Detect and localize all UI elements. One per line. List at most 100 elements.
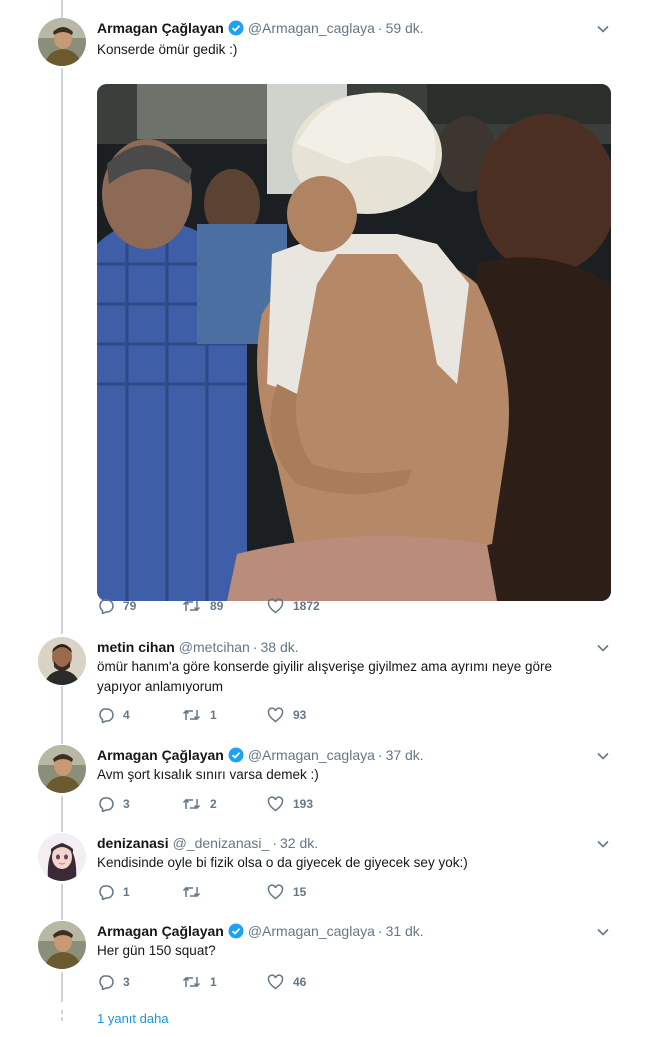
user-handle[interactable]: @Armagan_caglaya <box>248 18 375 38</box>
tweet-header: Armagan Çağlayan @Armagan_caglaya · 37 d… <box>97 745 424 765</box>
tweet-header: denizanasi @_denizanasi_ · 32 dk. <box>97 833 318 853</box>
avatar[interactable] <box>38 637 86 685</box>
tweet[interactable]: Armagan Çağlayan @Armagan_caglaya · 31 d… <box>0 921 650 995</box>
show-more-replies-link[interactable]: 1 yanıt daha <box>97 1011 169 1026</box>
retweet-count: 1 <box>210 975 217 989</box>
retweet-count: 1 <box>210 708 217 722</box>
display-name[interactable]: denizanasi <box>97 833 169 853</box>
like-button[interactable]: 46 <box>267 974 352 990</box>
timestamp[interactable]: 59 dk. <box>386 18 424 38</box>
tweet-actions: 3 1 46 <box>97 974 352 990</box>
separator-dot: · <box>252 639 258 655</box>
retweet-icon <box>182 709 201 721</box>
separator-dot: · <box>377 923 383 939</box>
heart-icon <box>267 974 284 990</box>
like-count: 193 <box>293 797 314 811</box>
verified-badge-icon <box>228 747 244 763</box>
like-button[interactable]: 1872 <box>267 598 352 614</box>
heart-icon <box>267 884 284 900</box>
reply-button[interactable]: 4 <box>97 707 182 723</box>
retweet-button[interactable]: 89 <box>182 598 267 614</box>
tweet[interactable]: Armagan Çağlayan @Armagan_caglaya · 37 d… <box>0 745 650 819</box>
chevron-down-icon[interactable] <box>596 837 610 851</box>
tweet-text: Konserde ömür gedik :) <box>97 42 238 57</box>
heart-icon <box>267 707 284 723</box>
tweet-header: metin cihan @metcihan · 38 dk. <box>97 637 299 657</box>
reply-count: 3 <box>123 975 130 989</box>
tweet-text-line: yapıyor anlamıyorum <box>97 679 224 694</box>
retweet-icon <box>182 976 201 988</box>
reply-button[interactable]: 3 <box>97 796 182 812</box>
chevron-down-icon[interactable] <box>596 925 610 939</box>
retweet-button[interactable] <box>182 884 267 900</box>
tweet-header: Armagan Çağlayan @Armagan_caglaya · 59 d… <box>97 18 424 38</box>
avatar[interactable] <box>38 745 86 793</box>
reply-icon <box>99 885 114 900</box>
reply-icon <box>99 797 114 812</box>
separator-dot: · <box>377 20 383 36</box>
tweet-text-line: ömür hanım'a göre konserde giyilir alışv… <box>97 659 553 674</box>
display-name[interactable]: Armagan Çağlayan <box>97 921 224 941</box>
chevron-down-icon[interactable] <box>596 749 610 763</box>
heart-icon <box>267 796 284 812</box>
timestamp[interactable]: 37 dk. <box>386 745 424 765</box>
tweet-text: Kendisinde oyle bi fizik olsa o da giyec… <box>97 855 468 870</box>
user-handle[interactable]: @Armagan_caglaya <box>248 921 375 941</box>
reply-icon <box>99 708 114 723</box>
tweet[interactable]: denizanasi @_denizanasi_ · 32 dk. Kendis… <box>0 833 650 907</box>
separator-dot: · <box>272 835 277 851</box>
like-count: 93 <box>293 708 307 722</box>
like-count: 15 <box>293 885 307 899</box>
like-button[interactable]: 93 <box>267 707 352 723</box>
timestamp[interactable]: 31 dk. <box>386 921 424 941</box>
tweet-text: Avm şort kısalık sınırı varsa demek :) <box>97 767 319 782</box>
retweet-count: 89 <box>210 599 224 613</box>
avatar[interactable] <box>38 921 86 969</box>
timestamp[interactable]: 38 dk. <box>261 637 299 657</box>
user-handle[interactable]: @Armagan_caglaya <box>248 745 375 765</box>
reply-count: 79 <box>123 599 137 613</box>
reply-count: 3 <box>123 797 130 811</box>
tweet-photo[interactable] <box>97 84 611 601</box>
retweet-button[interactable]: 2 <box>182 796 267 812</box>
reply-icon <box>99 599 114 614</box>
tweet-actions: 1 15 <box>97 884 352 900</box>
reply-button[interactable]: 79 <box>97 598 182 614</box>
display-name[interactable]: Armagan Çağlayan <box>97 18 224 38</box>
reply-button[interactable]: 3 <box>97 974 182 990</box>
retweet-button[interactable]: 1 <box>182 707 267 723</box>
reply-icon <box>99 975 114 990</box>
display-name[interactable]: metin cihan <box>97 637 175 657</box>
like-count: 46 <box>293 975 307 989</box>
tweet-text: ömür hanım'a göre konserde giyilir alışv… <box>97 657 597 697</box>
reply-button[interactable]: 1 <box>97 884 182 900</box>
chevron-down-icon[interactable] <box>596 641 610 655</box>
user-handle[interactable]: @metcihan <box>179 637 250 657</box>
thread-dots <box>61 1010 63 1024</box>
like-button[interactable]: 193 <box>267 796 352 812</box>
user-handle[interactable]: @_denizanasi_ <box>173 833 270 853</box>
verified-badge-icon <box>228 923 244 939</box>
like-count: 1872 <box>293 599 320 613</box>
separator-dot: · <box>377 747 383 763</box>
tweet-actions: 79 89 1872 <box>97 598 352 614</box>
tweet[interactable]: metin cihan @metcihan · 38 dk. ömür hanı… <box>0 637 650 727</box>
display-name[interactable]: Armagan Çağlayan <box>97 745 224 765</box>
heart-icon <box>267 598 284 614</box>
avatar[interactable] <box>38 833 86 881</box>
tweet[interactable]: Armagan Çağlayan @Armagan_caglaya · 59 d… <box>0 18 650 630</box>
verified-badge-icon <box>228 20 244 36</box>
avatar[interactable] <box>38 18 86 66</box>
thread-line <box>61 0 63 18</box>
like-button[interactable]: 15 <box>267 884 352 900</box>
reply-count: 4 <box>123 708 130 722</box>
chevron-down-icon[interactable] <box>596 22 610 36</box>
timestamp[interactable]: 32 dk. <box>280 833 318 853</box>
retweet-icon <box>182 798 201 810</box>
retweet-count: 2 <box>210 797 217 811</box>
tweet-header: Armagan Çağlayan @Armagan_caglaya · 31 d… <box>97 921 424 941</box>
tweet-actions: 3 2 193 <box>97 796 352 812</box>
retweet-icon <box>182 600 201 612</box>
retweet-icon <box>182 886 201 898</box>
retweet-button[interactable]: 1 <box>182 974 267 990</box>
